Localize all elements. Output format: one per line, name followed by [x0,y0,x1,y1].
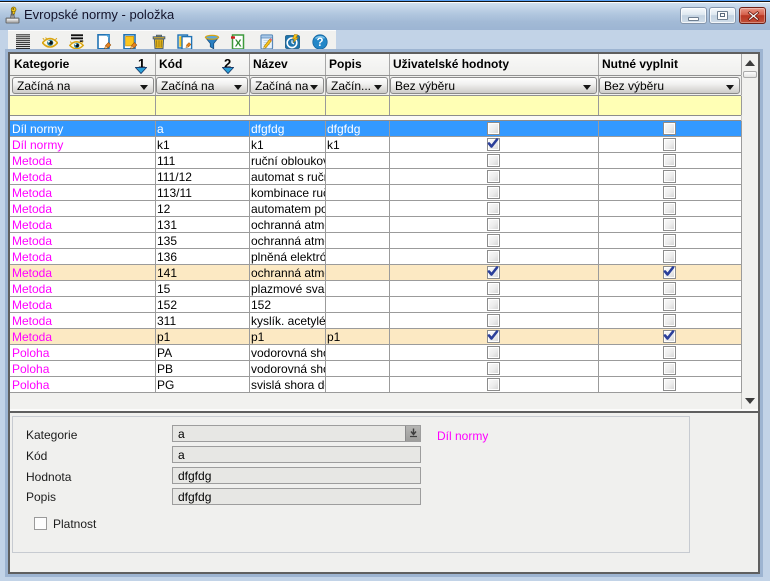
svg-text:?: ? [316,37,323,49]
svg-text:X: X [234,39,241,50]
